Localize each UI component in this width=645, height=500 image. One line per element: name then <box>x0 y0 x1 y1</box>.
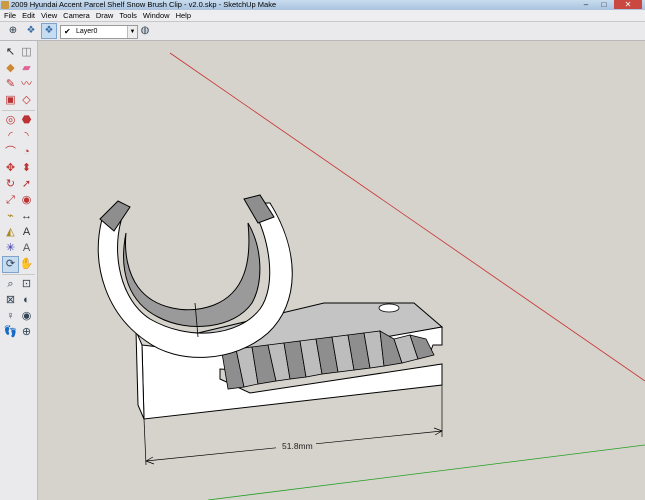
green-axis-line <box>207 444 645 500</box>
clip-ring-inner <box>123 222 261 327</box>
title-bar: 2009 Hyundai Accent Parcel Shelf Snow Br… <box>0 0 645 10</box>
checkmark-icon: ✔ <box>64 27 71 36</box>
dimension-tool-icon[interactable]: ↔ <box>19 209 34 224</box>
sketchup-app-icon <box>1 1 9 9</box>
window-title: 2009 Hyundai Accent Parcel Shelf Snow Br… <box>11 0 277 9</box>
zoom-window-icon[interactable]: ⊡ <box>19 277 34 292</box>
orbit-tool-icon[interactable]: ⟳ <box>2 256 19 273</box>
rotate-tool-icon[interactable]: ↻ <box>3 177 18 192</box>
make-component-icon[interactable]: ◫ <box>19 45 34 60</box>
rectangle-tool-icon[interactable]: ▣ <box>3 93 18 108</box>
protractor-icon[interactable]: ◭ <box>3 225 18 240</box>
offset-tool-icon[interactable]: ◉ <box>19 193 34 208</box>
previous-view-icon[interactable]: ◐ <box>19 293 34 308</box>
move-tool-icon[interactable]: ✥ <box>3 161 18 176</box>
eraser-icon[interactable]: ▰ <box>19 61 34 76</box>
freehand-tool-icon[interactable]: 〰 <box>19 77 34 92</box>
menu-view[interactable]: View <box>41 10 57 21</box>
right-ring-cap <box>243 194 275 224</box>
3d-text-icon[interactable]: A <box>19 241 34 256</box>
follow-me-icon[interactable]: ➚ <box>19 177 34 192</box>
axes-tool-icon[interactable]: ✳ <box>3 241 18 256</box>
three-point-arc-icon[interactable]: ⌒ <box>3 145 18 160</box>
dimension-label: 51.8mm <box>282 441 313 451</box>
rotated-rectangle-icon[interactable]: ◇ <box>19 93 34 108</box>
menu-draw[interactable]: Draw <box>96 10 114 21</box>
component-icon[interactable]: ❖ <box>24 24 38 38</box>
menu-edit[interactable]: Edit <box>22 10 35 21</box>
menu-help[interactable]: Help <box>176 10 191 21</box>
current-layer-label: Layer0 <box>76 28 98 35</box>
menu-window[interactable]: Window <box>143 10 170 21</box>
look-around-icon[interactable]: ◉ <box>19 309 34 324</box>
model-viewport[interactable]: 51.8mm <box>38 41 645 500</box>
minimize-icon[interactable]: – <box>578 0 594 9</box>
two-point-arc-icon[interactable]: ◝ <box>19 129 34 144</box>
pie-tool-icon[interactable]: ◔ <box>19 145 34 160</box>
polygon-tool-icon[interactable]: ⬣ <box>19 113 34 128</box>
chevron-down-icon[interactable]: ▼ <box>127 26 137 38</box>
layer-dropdown[interactable]: ✔ Layer0 ▼ <box>60 25 138 39</box>
paint-bucket-icon[interactable]: ◆ <box>3 61 18 76</box>
menu-camera[interactable]: Camera <box>63 10 90 21</box>
layer-manager-icon[interactable]: ◍ <box>139 25 151 37</box>
orient-faces-icon[interactable]: ⊕ <box>6 24 20 38</box>
menu-file[interactable]: File <box>4 10 16 21</box>
maximize-icon[interactable]: □ <box>596 0 612 9</box>
walk-tool-icon[interactable]: 👣 <box>3 325 18 340</box>
section-plane-icon[interactable]: ⊕ <box>19 325 34 340</box>
base-side-face <box>135 330 145 420</box>
model-canvas[interactable]: 51.8mm <box>38 41 645 500</box>
layer-tool-icon[interactable]: ❖ <box>41 23 57 39</box>
push-pull-icon[interactable]: ⬍ <box>19 161 34 176</box>
pan-tool-icon[interactable]: ✋ <box>19 257 34 272</box>
zoom-extents-icon[interactable]: ⊠ <box>3 293 18 308</box>
text-tool-icon[interactable]: A <box>19 225 34 240</box>
line-tool-icon[interactable]: ✎ <box>3 77 18 92</box>
toolbar-separator <box>2 274 35 275</box>
scale-tool-icon[interactable]: ⤢ <box>3 193 18 208</box>
left-toolbar: ↖ ◫ ◆ ▰ ✎ 〰 ▣ ◇ ◎ ⬣ ◜ ◝ ⌒ ◔ ✥ ⬍ ↻ ➚ ⤢ ◉ ⌁ ↔ ◭ A ✳ A ⟳ ✋ ⌕ ⊡ ⊠ ◐ ♀ ◉ 👣 ⊕ <box>0 41 38 500</box>
menu-tools[interactable]: Tools <box>119 10 137 21</box>
toolbar-separator <box>2 110 35 111</box>
select-tool-icon[interactable]: ↖ <box>3 45 18 60</box>
mounting-hole <box>378 303 400 313</box>
close-icon[interactable]: ✕ <box>614 0 642 9</box>
zoom-tool-icon[interactable]: ⌕ <box>3 277 18 292</box>
top-toolbar: ⊕ ❖ ❖ ✔ Layer0 ▼ ◍ <box>0 22 645 41</box>
arc-tool-icon[interactable]: ◜ <box>3 129 18 144</box>
menu-bar: File Edit View Camera Draw Tools Window Help <box>0 10 645 22</box>
circle-tool-icon[interactable]: ◎ <box>3 113 18 128</box>
tape-measure-icon[interactable]: ⌁ <box>3 209 18 224</box>
position-camera-icon[interactable]: ♀ <box>3 309 18 324</box>
